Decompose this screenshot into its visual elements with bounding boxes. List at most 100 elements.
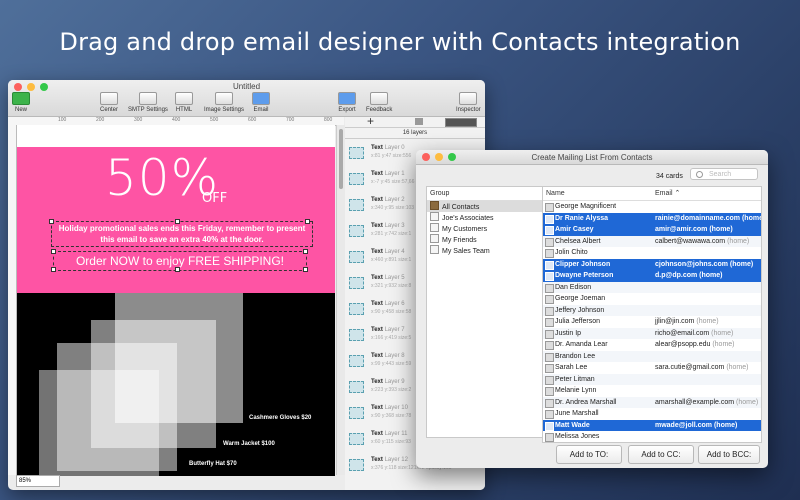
- contact-row[interactable]: Dr. Amanda Lear alear@psopp.edu (home): [543, 339, 761, 351]
- contact-row[interactable]: Dan Edison: [543, 281, 761, 293]
- contact-row[interactable]: Melissa Jones: [543, 431, 761, 442]
- promo-banner[interactable]: 50% OFF Holiday promotional sales ends t…: [17, 147, 335, 293]
- contact-row[interactable]: Peter Litman: [543, 373, 761, 385]
- resize-handle[interactable]: [305, 219, 310, 224]
- product-caption[interactable]: Warm Jacket $100: [223, 441, 275, 447]
- product-section[interactable]: Cashmere Gloves $20 Warm Jacket $100 But…: [17, 293, 335, 476]
- name-column-header[interactable]: Name: [546, 187, 565, 200]
- contact-name: Dan Edison: [555, 283, 592, 291]
- resize-handle[interactable]: [303, 267, 308, 272]
- text-layer-icon: [349, 199, 364, 211]
- editor-window: Untitled New Center SMTP Settings HTML Image…: [8, 80, 485, 490]
- contact-row[interactable]: Melanie Lynn: [543, 385, 761, 397]
- contact-name: Clipper Johnson: [555, 260, 611, 268]
- canvas-scrollbar[interactable]: [336, 125, 345, 475]
- toolbar-button-label: Feedback: [366, 107, 393, 113]
- group-item[interactable]: Joe's Associates: [427, 212, 542, 223]
- layer-tool-icon[interactable]: [415, 118, 423, 125]
- contact-row[interactable]: Dr. Andrea Marshall amarshall@example.com…: [543, 396, 761, 408]
- text-layer-icon: [349, 355, 364, 367]
- design-canvas[interactable]: 50% OFF Holiday promotional sales ends t…: [17, 125, 335, 476]
- group-icon: [430, 245, 439, 254]
- contact-card-icon: [545, 318, 554, 327]
- contact-name: June Marshall: [555, 410, 599, 417]
- contact-name: George Joeman: [555, 295, 606, 302]
- search-input[interactable]: Search: [690, 168, 758, 180]
- layer-info: x:460 y:891 size:1: [371, 257, 412, 263]
- contact-row[interactable]: Jolin Chito: [543, 247, 761, 259]
- resize-handle[interactable]: [175, 219, 180, 224]
- ruler-mark: 800: [324, 117, 333, 123]
- contact-row[interactable]: Justin Ip richo@email.com (home): [543, 327, 761, 339]
- inspector-toolbar-button[interactable]: Inspector: [456, 92, 481, 113]
- contact-email: amarshall@example.com (home): [655, 398, 759, 406]
- contact-row[interactable]: Dwayne Peterson d.p@dp.com (home): [543, 270, 761, 282]
- add-to-bcc-button[interactable]: Add to BCC:: [698, 445, 760, 464]
- layer-info: x:90 y:458 size:58: [371, 309, 412, 315]
- resize-handle[interactable]: [303, 249, 308, 254]
- layers-toolbar: +: [345, 114, 485, 128]
- image-settings-toolbar-button[interactable]: Image Settings: [204, 92, 244, 113]
- ruler-mark: 300: [134, 117, 143, 123]
- contact-name: George Magnificent: [555, 203, 617, 210]
- center-toolbar-button[interactable]: Center: [100, 92, 118, 113]
- order-text-layer[interactable]: Order NOW to enjoy FREE SHIPPING!: [53, 251, 307, 271]
- promo-text-layer[interactable]: Holiday promotional sales ends this Frid…: [51, 221, 313, 247]
- text-layer-icon: [349, 407, 364, 419]
- contact-row[interactable]: Amir Casey amir@amir.com (home): [543, 224, 761, 236]
- add-layer-icon[interactable]: +: [367, 114, 374, 128]
- contact-row[interactable]: Jeffery Johnson: [543, 304, 761, 316]
- text-layer-icon: [349, 459, 364, 471]
- contact-email: sara.cutie@gmail.com (home): [655, 364, 749, 371]
- contact-row[interactable]: June Marshall: [543, 408, 761, 420]
- layers-count: 16 layers: [345, 128, 485, 139]
- contact-card-icon: [545, 410, 554, 419]
- text-layer-icon: [349, 433, 364, 445]
- add-to-cc-button[interactable]: Add to CC:: [628, 445, 694, 464]
- contact-name: Jolin Chito: [555, 249, 588, 256]
- discount-off-label[interactable]: OFF: [202, 191, 227, 206]
- html-toolbar-button[interactable]: HTML: [175, 92, 193, 113]
- resize-handle[interactable]: [49, 219, 54, 224]
- product-image[interactable]: [39, 370, 159, 476]
- group-column-header[interactable]: Group: [427, 187, 542, 201]
- contact-row[interactable]: Julia Jefferson jjlin@jin.com (home): [543, 316, 761, 328]
- contact-card-icon: [545, 306, 554, 316]
- zoom-select[interactable]: 85%: [16, 475, 60, 487]
- product-caption[interactable]: Butterfly Hat $70: [189, 461, 237, 467]
- contact-name: Brandon Lee: [555, 352, 596, 360]
- layer-info: x:60 y:115 size:93: [371, 439, 411, 445]
- resize-handle[interactable]: [51, 249, 56, 254]
- contact-row[interactable]: Dr Ranie Alyssa rainie@domainname.com (ho…: [543, 212, 761, 224]
- smtp-settings-toolbar-button[interactable]: SMTP Settings: [128, 92, 168, 113]
- contact-row[interactable]: Matt Wade mwade@joll.com (home): [543, 419, 761, 431]
- group-item[interactable]: My Sales Team: [427, 245, 542, 256]
- contact-row[interactable]: Chelsea Albert calbert@wawawa.com (home): [543, 235, 761, 247]
- new-toolbar-button[interactable]: New: [12, 92, 30, 113]
- ruler-mark: 100: [58, 117, 67, 123]
- resize-handle[interactable]: [175, 267, 180, 272]
- email-column-header[interactable]: Email ⌃: [655, 187, 680, 200]
- group-item[interactable]: My Friends: [427, 234, 542, 245]
- layer-title: Text Layer 2: [371, 197, 405, 203]
- add-to-to-button[interactable]: Add to TO:: [556, 445, 622, 464]
- group-item[interactable]: All Contacts: [427, 201, 542, 212]
- contact-row[interactable]: Sarah Lee sara.cutie@gmail.com (home): [543, 362, 761, 374]
- contact-row[interactable]: George Joeman: [543, 293, 761, 305]
- product-caption[interactable]: Cashmere Gloves $20: [249, 415, 311, 421]
- layer-color-swatch[interactable]: [445, 118, 477, 127]
- resize-handle[interactable]: [51, 267, 56, 272]
- feedback-toolbar-button[interactable]: Feedback: [366, 92, 392, 113]
- contact-row[interactable]: George Magnificent: [543, 201, 761, 213]
- contact-row[interactable]: Clipper Johnson cjohnson@johns.com (home): [543, 258, 761, 270]
- contact-card-icon: [545, 329, 554, 339]
- contact-row[interactable]: Brandon Lee: [543, 350, 761, 362]
- mailing-list-dialog: Create Mailing List From Contacts 34 car…: [416, 150, 768, 468]
- ruler-mark: 200: [96, 117, 105, 123]
- headline: Drag and drop email designer with Contac…: [59, 28, 741, 56]
- email-toolbar-button[interactable]: Email: [252, 92, 270, 113]
- group-item[interactable]: My Customers: [427, 223, 542, 234]
- text-layer-icon: [349, 173, 364, 185]
- image-icon: [215, 92, 234, 105]
- export-toolbar-button[interactable]: Export: [338, 92, 356, 113]
